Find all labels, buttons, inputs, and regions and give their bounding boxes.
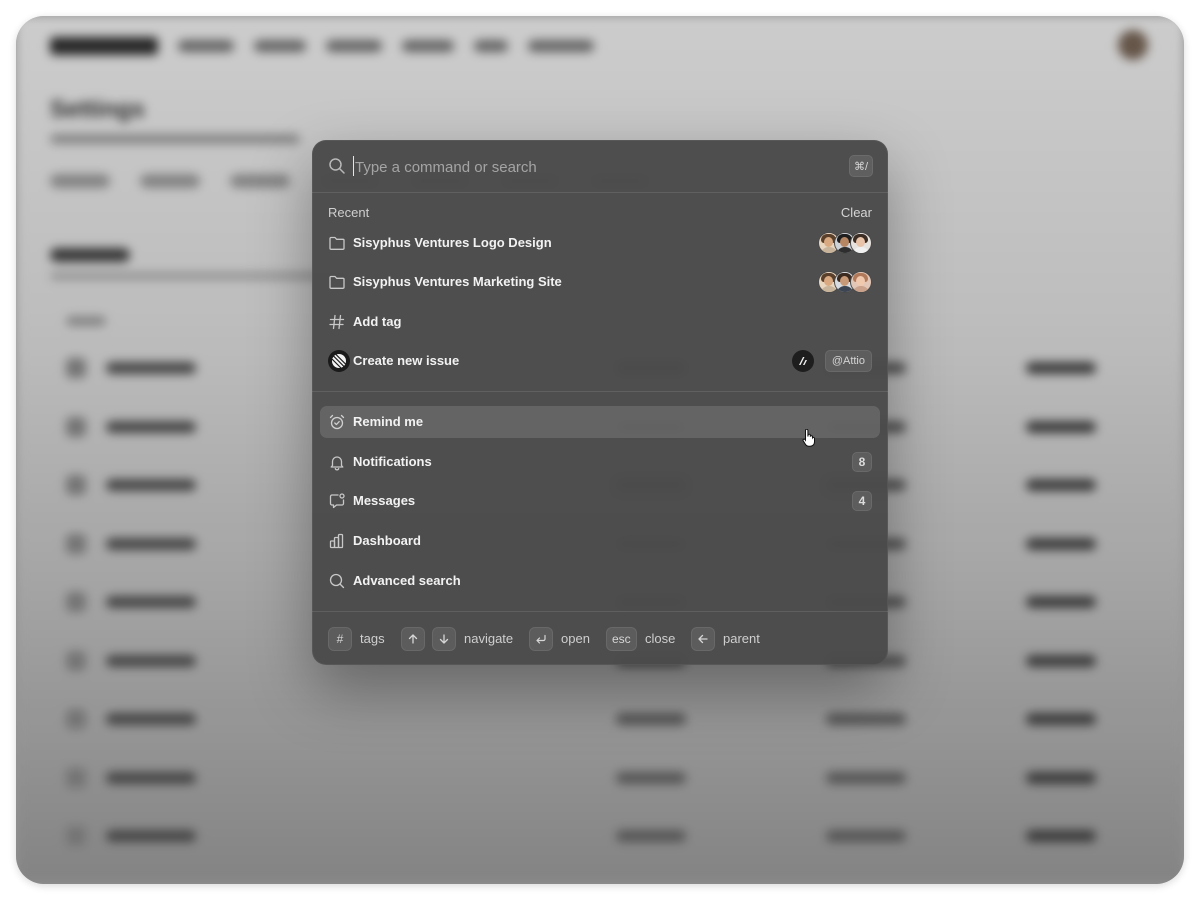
messages-item[interactable]: Messages 4 [320, 485, 880, 517]
recent-item-marketing-site[interactable]: Sisyphus Ventures Marketing Site [320, 266, 880, 298]
command-palette: ⌘/ Recent Clear Sisyphus Ventures Logo D… [312, 140, 888, 665]
dashboard-label: Dashboard [353, 533, 421, 548]
avatar [850, 232, 872, 254]
command-search-input[interactable] [353, 153, 837, 181]
arrow-down-key-icon [432, 627, 456, 651]
search-bar: ⌘/ [312, 140, 888, 193]
notifications-label: Notifications [353, 454, 432, 469]
keyboard-hints-footer: # tags navigate open esc close parent [312, 611, 888, 665]
avatar [850, 271, 872, 293]
attio-logo-icon [792, 350, 814, 372]
tags-hint-label: tags [360, 631, 385, 646]
recent-item-logo-design[interactable]: Sisyphus Ventures Logo Design [320, 227, 880, 259]
dashboard-item[interactable]: Dashboard [320, 525, 880, 557]
linear-logo-icon [328, 350, 350, 372]
add-tag-label: Add tag [353, 314, 402, 329]
text-caret [353, 156, 354, 176]
messages-count-badge: 4 [852, 491, 872, 511]
folder-icon [329, 236, 345, 250]
collaborator-avatars [818, 271, 872, 293]
arrow-up-key-icon [401, 627, 425, 651]
remind-me-item[interactable]: Remind me [320, 406, 880, 438]
messages-label: Messages [353, 493, 416, 508]
alarm-clock-icon [329, 414, 345, 430]
remind-me-label: Remind me [353, 414, 424, 429]
recent-item-label: Sisyphus Ventures Logo Design [353, 235, 552, 250]
close-hint-label: close [645, 631, 676, 646]
hash-icon [329, 314, 345, 330]
bar-chart-icon [329, 533, 344, 549]
recent-section-label: Recent [328, 205, 370, 220]
workspace-tag: @Attio [824, 350, 872, 372]
clear-recent-button[interactable]: Clear [841, 205, 872, 220]
advanced-search-label: Advanced search [353, 573, 461, 588]
section-divider [312, 391, 888, 392]
message-icon [329, 493, 345, 509]
folder-icon [329, 275, 345, 289]
notifications-item[interactable]: Notifications 8 [320, 446, 880, 478]
recent-item-label: Sisyphus Ventures Marketing Site [353, 274, 562, 289]
advanced-search-item[interactable]: Advanced search [320, 565, 880, 597]
notifications-count-badge: 8 [852, 452, 872, 472]
enter-key-icon [529, 627, 553, 651]
search-icon [329, 573, 345, 589]
navigate-hint-label: navigate [464, 631, 514, 646]
open-hint-label: open [561, 631, 590, 646]
collaborator-avatars [818, 232, 872, 254]
esc-key: esc [606, 627, 637, 651]
create-new-issue-label: Create new issue [353, 353, 460, 368]
arrow-left-key-icon [691, 627, 715, 651]
parent-hint-label: parent [723, 631, 760, 646]
search-icon [329, 158, 345, 174]
search-shortcut-key: ⌘/ [848, 155, 873, 177]
hash-key-icon: # [328, 627, 352, 651]
bell-icon [330, 456, 344, 471]
add-tag-item[interactable]: Add tag [320, 306, 880, 338]
hand-pointer-cursor-icon [802, 429, 815, 447]
create-new-issue-item[interactable]: Create new issue @Attio [320, 345, 880, 377]
